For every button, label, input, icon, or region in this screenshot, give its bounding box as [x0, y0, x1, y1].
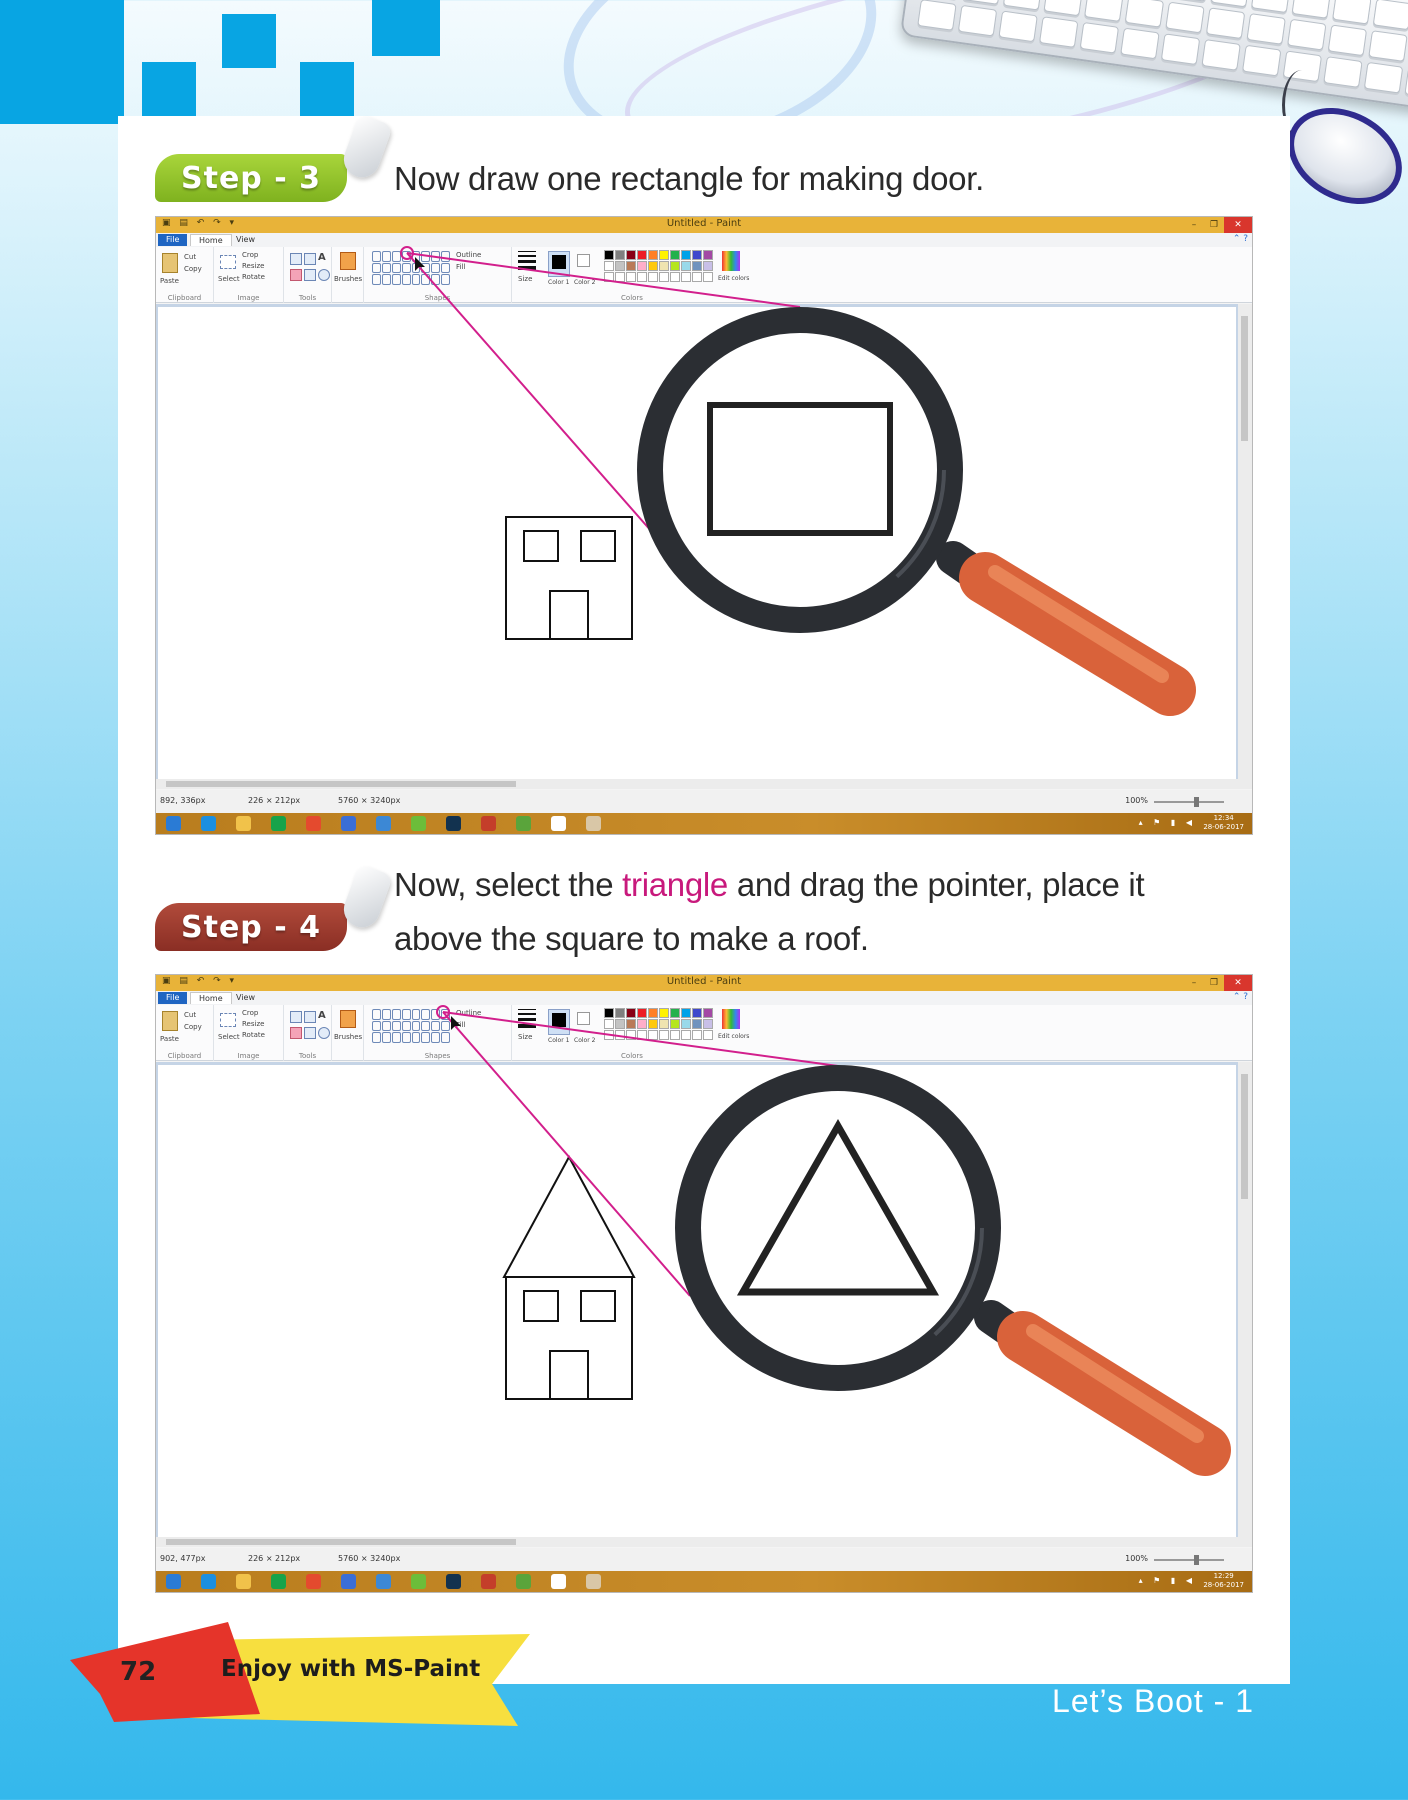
pointer-line	[406, 252, 801, 308]
pointer-line	[406, 252, 653, 533]
magnifier-handle	[959, 552, 1196, 716]
illustration-overlay	[400, 246, 1231, 1476]
page-number: 72	[120, 1657, 157, 1687]
magnifier-lens	[637, 307, 963, 633]
pointer-line	[442, 1011, 839, 1067]
book-title: Let’s Boot - 1	[1052, 1683, 1254, 1719]
chapter-title: Enjoy with MS-Paint	[221, 1656, 481, 1682]
magnifier-handle	[997, 1311, 1231, 1476]
pointer-line	[442, 1011, 691, 1297]
